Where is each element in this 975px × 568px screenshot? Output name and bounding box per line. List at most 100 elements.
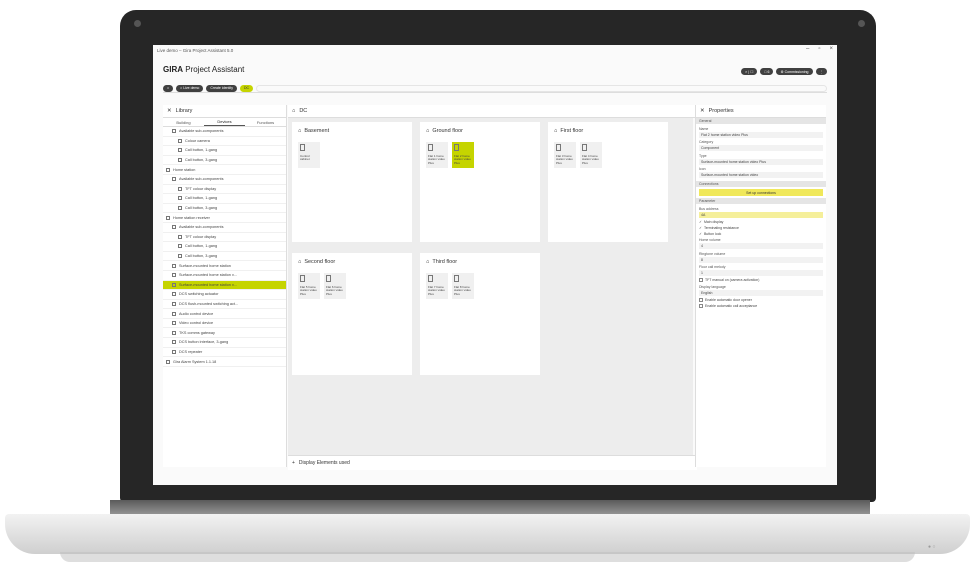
- library-item[interactable]: Surface-mounted home station v...: [163, 271, 286, 281]
- display-elements-bar[interactable]: + Display Elements used: [288, 455, 697, 470]
- close-icon[interactable]: ✕: [167, 108, 172, 114]
- floor-icon: ⌂: [426, 128, 430, 134]
- close-icon[interactable]: ✕: [700, 108, 705, 114]
- building-title: DC: [299, 108, 308, 114]
- parameter-checkbox[interactable]: ✓ Main display: [696, 220, 826, 224]
- properties-title: Properties: [708, 108, 734, 114]
- library-header: ✕ Library: [163, 105, 286, 118]
- breadcrumb-item[interactable]: ⌂ Live demo: [176, 84, 204, 92]
- library-item[interactable]: Surface-mounted home station: [163, 261, 286, 271]
- library-item[interactable]: Available sub-components: [163, 127, 286, 137]
- library-item[interactable]: Call button, 3-gang: [163, 204, 286, 214]
- breadcrumb-active[interactable]: DC: [239, 84, 254, 92]
- library-item[interactable]: Call button, 3-gang: [163, 156, 286, 166]
- library-item[interactable]: TKS comms gateway: [163, 328, 286, 339]
- library-item[interactable]: Home station: [163, 165, 286, 175]
- device-tile[interactable]: Flat 3 home station video Plus: [554, 142, 576, 168]
- library-item[interactable]: Home station receiver: [163, 213, 286, 223]
- display-elements-label: Display Elements used: [298, 460, 350, 466]
- main-header: ⌂ DC: [288, 105, 697, 118]
- home-volume-select[interactable]: 4: [699, 243, 823, 249]
- setup-connections-button[interactable]: Set up connections: [699, 189, 823, 196]
- tab-devices[interactable]: Devices: [204, 118, 245, 126]
- device-tile[interactable]: Flat 2 home station video Plus: [452, 142, 474, 168]
- library-item-label: Call button, 1-gang: [185, 196, 218, 201]
- library-item-label: Available sub-components: [179, 177, 224, 182]
- floor-title: ⌂ Second floor: [298, 259, 335, 265]
- tab-building[interactable]: Building: [163, 118, 204, 126]
- device-icon: [172, 340, 176, 345]
- floor-card[interactable]: ⌂ Basement Control cabinet: [292, 122, 412, 242]
- checkbox-icon: [699, 297, 703, 302]
- library-item[interactable]: Call button, 1-gang: [163, 146, 286, 156]
- device-label: Control cabinet: [300, 154, 310, 162]
- checkmark-icon: ✓: [699, 225, 702, 230]
- floor-card[interactable]: ⌂ Second floor Flat 5 home station video P…: [292, 253, 412, 375]
- device-tile[interactable]: Flat 8 home station video Plus: [452, 273, 474, 299]
- minimize-button[interactable]: –: [806, 46, 809, 52]
- floor-icon: ⌂: [426, 259, 430, 265]
- device-icon: [582, 144, 587, 151]
- close-button[interactable]: ×: [829, 46, 833, 52]
- breadcrumb-item[interactable]: Create identity: [206, 84, 237, 92]
- app-window: Live demo – Gira Project Assistant 5.0 –…: [153, 45, 837, 485]
- library-item[interactable]: DCS repeater: [163, 348, 286, 358]
- device-icon: [178, 196, 182, 201]
- checkbox-icon: [699, 303, 703, 308]
- floor-call-field[interactable]: 1: [699, 270, 823, 276]
- device-tile[interactable]: Control cabinet: [298, 142, 320, 168]
- library-item[interactable]: DCS flush-mounted switching act...: [163, 300, 286, 310]
- more-menu-button[interactable]: ⋮: [815, 68, 827, 75]
- device-tile[interactable]: Flat 1 home station video Plus: [426, 142, 448, 168]
- library-item[interactable]: Gira Alarm System 1.1.18: [163, 357, 286, 367]
- library-item-label: Call button, 3-gang: [185, 254, 218, 259]
- library-item[interactable]: Available sub-components: [163, 223, 286, 233]
- device-tile[interactable]: Flat 5 home station video Plus: [298, 273, 320, 299]
- library-item[interactable]: Video control device: [163, 319, 286, 329]
- library-item[interactable]: DCS button interface, 3-gang: [163, 338, 286, 348]
- name-field[interactable]: Flat 2 home station video Plus: [699, 131, 823, 138]
- ringtone-volume-select[interactable]: 8: [699, 256, 823, 263]
- commissioning-button[interactable]: ⚙ Commissioning: [776, 68, 813, 75]
- door-opener-checkbox[interactable]: Enable automatic door opener: [696, 297, 826, 302]
- device-tile[interactable]: Flat 4 home station video Plus: [580, 142, 602, 168]
- library-item[interactable]: Available sub-components: [163, 175, 286, 185]
- maximize-button[interactable]: ▫: [818, 46, 820, 52]
- app-title: GIRA Project Assistant: [163, 65, 244, 74]
- library-item[interactable]: DCS switching actuator: [163, 290, 286, 300]
- device-tile[interactable]: Flat 7 home station video Plus: [426, 273, 448, 299]
- library-item[interactable]: Call button, 1-gang: [163, 194, 286, 204]
- camera-dot: [134, 20, 141, 27]
- call-acceptance-label: Enable automatic call acceptance: [705, 303, 758, 308]
- call-acceptance-checkbox[interactable]: Enable automatic call acceptance: [696, 303, 826, 308]
- manual-checkbox[interactable]: TFT manual on (camera activation): [696, 278, 826, 282]
- device-tile[interactable]: Flat 6 home station video Plus: [324, 273, 346, 299]
- library-item-label: TFT colour display: [185, 234, 217, 239]
- home-crumb[interactable]: ⌂: [163, 84, 174, 92]
- library-item[interactable]: TFT colour display: [163, 233, 286, 243]
- camera-icon: [178, 138, 182, 143]
- library-item[interactable]: Surface-mounted home station v...: [163, 280, 286, 291]
- floor-card[interactable]: ⌂ First floor Flat 3 home station video Pl…: [548, 122, 668, 242]
- library-item-label: Surface-mounted home station v...: [179, 282, 237, 287]
- device-count-button[interactable]: □ 6: [760, 68, 774, 75]
- icon-select[interactable]: Surface-mounted home station video: [699, 172, 823, 178]
- ringtone-volume-label: Ringtone volume: [699, 251, 726, 256]
- floor-card[interactable]: ⌂ Ground floor Flat 1 home station video P…: [420, 122, 540, 242]
- library-item-label: Colour camera: [185, 138, 210, 143]
- library-item[interactable]: Call button, 3-gang: [163, 252, 286, 262]
- view-toggle-button[interactable]: ◐ | ☐: [741, 68, 758, 75]
- parameter-checkbox[interactable]: ✓ Button lock: [696, 232, 826, 236]
- floor-card[interactable]: ⌂ Third floor Flat 7 home station video Pl…: [420, 253, 540, 375]
- library-item[interactable]: Call button, 1-gang: [163, 242, 286, 252]
- home-volume-label: Home volume: [699, 238, 721, 242]
- library-item[interactable]: Audio control device: [163, 309, 286, 319]
- bus-address-field[interactable]: 4A: [699, 211, 823, 218]
- tab-functions[interactable]: Functions: [245, 118, 286, 126]
- parameter-checkbox[interactable]: ✓ Terminating resistance: [696, 226, 826, 230]
- device-icon: [172, 311, 176, 316]
- library-item[interactable]: Colour camera: [163, 137, 286, 147]
- library-item[interactable]: TFT colour display: [163, 185, 286, 195]
- library-item-label: Available sub-components: [179, 129, 224, 134]
- language-select[interactable]: English: [699, 289, 823, 296]
